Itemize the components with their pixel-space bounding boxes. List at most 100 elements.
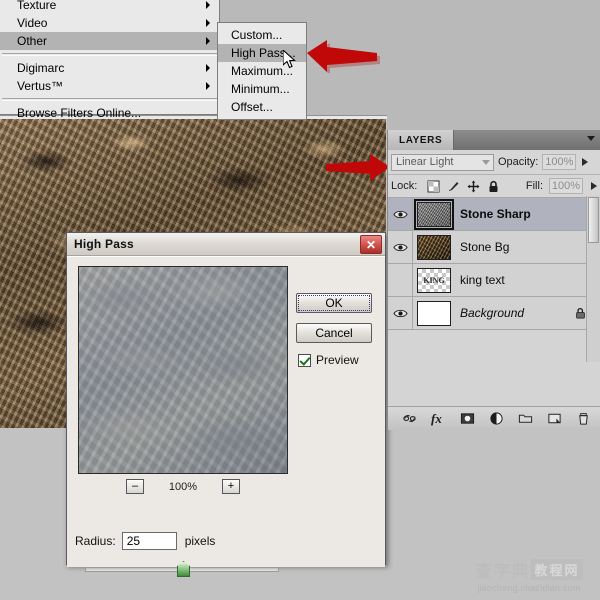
dialog-titlebar[interactable]: High Pass ✕ [67,233,385,256]
opacity-stepper-icon[interactable] [582,158,589,166]
layer-row-background[interactable]: Background [388,297,600,330]
layer-name: Background [460,306,525,320]
layers-footer-toolbar: fx [388,406,600,430]
layer-thumbnail[interactable] [417,267,451,293]
submenu-item-high-pass[interactable]: High Pass... [218,44,306,62]
submenu-item-label: Minimum... [231,82,290,96]
adjustment-layer-icon[interactable] [489,411,504,426]
eye-icon [392,243,408,251]
layer-name: Stone Sharp [460,207,531,221]
panel-menu-icon[interactable] [587,136,595,141]
radius-control-row: Radius: pixels [75,532,375,550]
blend-mode-row: Linear Light Opacity: 100% [388,150,600,175]
layer-thumbnail[interactable] [417,234,451,260]
layer-style-fx-icon[interactable]: fx [431,411,446,426]
link-layers-icon[interactable] [402,411,417,426]
lock-all-icon [576,307,585,319]
cancel-button[interactable]: Cancel [296,323,372,343]
layers-scrollbar[interactable] [586,196,600,362]
menu-item-other[interactable]: Other [0,32,219,50]
dialog-body: – 100% + Radius: pixels OK Cancel Previe… [67,256,385,577]
layer-row-stone-bg[interactable]: Stone Bg [388,231,600,264]
layers-panel: LAYERS Linear Light Opacity: 100% Lock: [387,130,600,430]
layer-visibility-toggle[interactable] [388,264,413,296]
zoom-in-button[interactable]: + [222,479,240,494]
submenu-item-minimum[interactable]: Minimum... [218,80,306,98]
tab-layers[interactable]: LAYERS [388,130,455,150]
fill-stepper-icon[interactable] [591,182,597,190]
opacity-label: Opacity: [498,156,539,168]
lock-all-icon[interactable] [487,180,500,193]
menu-separator [2,53,217,56]
blend-mode-select[interactable]: Linear Light [391,153,494,171]
menu-item-label: Digimarc [17,61,65,75]
layer-visibility-toggle[interactable] [388,198,413,230]
layer-row-stone-sharp[interactable]: Stone Sharp [388,198,600,231]
new-layer-icon[interactable] [547,411,562,426]
radius-units-label: pixels [184,534,216,548]
lock-icon-group [427,180,500,193]
watermark-logo-row: 查字典 教程网 [463,557,595,582]
preview-checkbox-label: Preview [316,353,359,367]
watermark-section-name: 教程网 [531,559,583,580]
opacity-input[interactable]: 100% [542,154,577,170]
layer-mask-icon[interactable] [460,411,475,426]
submenu-item-custom[interactable]: Custom... [218,26,306,44]
chevron-right-icon [206,37,210,45]
zoom-level-label: 100% [168,480,198,493]
submenu-item-label: Custom... [231,28,283,42]
layer-row-king-text[interactable]: king text [388,264,600,297]
eye-icon [392,210,408,218]
dialog-title: High Pass [74,237,134,251]
submenu-item-label: Maximum... [231,64,294,78]
submenu-item-maximum[interactable]: Maximum... [218,62,306,80]
zoom-out-button[interactable]: – [126,479,144,494]
menu-item-digimarc[interactable]: Digimarc [0,59,219,77]
watermark-site-name: 查字典 [475,562,530,582]
lock-image-pixels-icon[interactable] [447,180,460,193]
submenu-item-label: High Pass... [231,46,296,60]
ok-button[interactable]: OK [296,293,372,313]
radius-slider-thumb[interactable] [177,561,190,577]
filter-menu[interactable]: Texture Video Other Digimarc Vertus™ Bro… [0,0,220,120]
menu-separator [2,98,217,101]
chevron-right-icon [206,19,210,27]
radius-input[interactable] [121,532,177,550]
watermark: 查字典 教程网 jiaocheng.chazidian.com [463,557,595,593]
chevron-right-icon [206,1,210,9]
lock-transparent-pixels-icon[interactable] [427,180,440,193]
menu-item-browse-filters-online[interactable]: Browse Filters Online... [0,104,219,122]
blend-mode-value: Linear Light [396,156,454,168]
submenu-item-offset[interactable]: Offset... [218,98,306,116]
lock-position-icon[interactable] [467,180,480,193]
preview-checkbox[interactable] [298,353,311,367]
panel-tab-bar: LAYERS [388,130,600,150]
other-filters-submenu[interactable]: Custom... High Pass... Maximum... Minimu… [217,22,307,120]
layer-thumbnail[interactable] [417,300,451,326]
close-icon[interactable]: ✕ [360,235,382,254]
menu-item-texture[interactable]: Texture [0,0,219,14]
chevron-right-icon [206,82,210,90]
lock-label: Lock: [391,180,418,192]
preview-checkbox-row: Preview [298,353,359,367]
menu-item-label: Vertus™ [17,79,64,93]
screenshot-root: Texture Video Other Digimarc Vertus™ Bro… [0,0,600,600]
delete-layer-icon[interactable] [576,411,591,426]
menu-item-label: Video [17,16,48,30]
menu-item-video[interactable]: Video [0,14,219,32]
layers-scrollbar-thumb[interactable] [588,197,599,243]
new-group-icon[interactable] [518,411,533,426]
layer-visibility-toggle[interactable] [388,297,413,329]
fill-input[interactable]: 100% [549,178,583,194]
lock-row: Lock: Fill: 100% [388,175,600,198]
layer-visibility-toggle[interactable] [388,231,413,263]
menu-item-label: Other [17,34,48,48]
menu-item-label: Browse Filters Online... [17,106,142,120]
high-pass-dialog: High Pass ✕ – 100% + Radius: pixels OK C… [66,232,386,577]
menu-item-vertus[interactable]: Vertus™ [0,77,219,95]
fill-label: Fill: [525,180,543,192]
watermark-url: jiaocheng.chazidian.com [477,583,581,593]
filter-preview-image[interactable] [78,266,288,474]
layer-thumbnail[interactable] [414,198,454,230]
eye-icon [392,309,408,317]
